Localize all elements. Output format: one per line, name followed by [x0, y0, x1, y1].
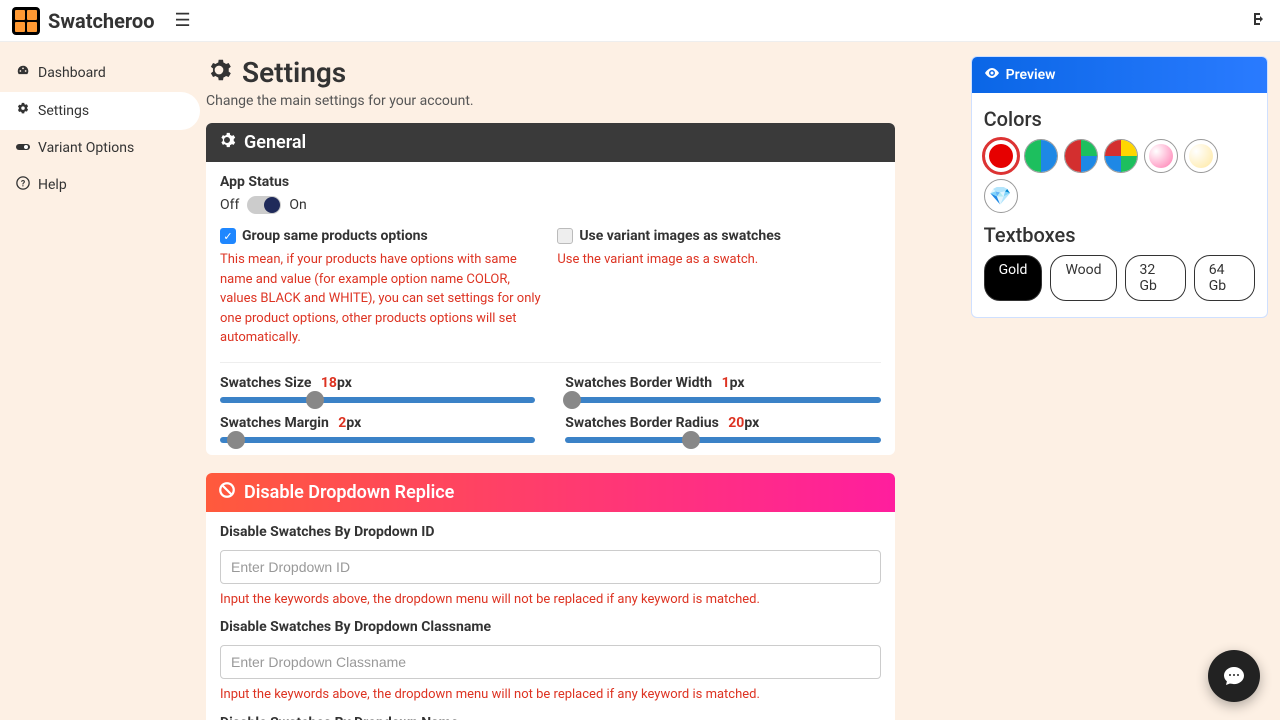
panel-header-disable: Disable Dropdown Replice — [206, 473, 895, 512]
sidebar-item-label: Variant Options — [38, 140, 134, 156]
toggle-off-label: Off — [220, 197, 239, 213]
sidebar-item-label: Dashboard — [38, 65, 106, 81]
panel-title: General — [244, 132, 306, 153]
chat-button[interactable] — [1208, 650, 1260, 702]
group-products-label: Group same products options — [242, 228, 428, 244]
sidebar-item-label: Settings — [38, 103, 89, 119]
group-products-help: This mean, if your products have options… — [220, 250, 543, 348]
dashboard-icon — [16, 64, 30, 82]
page-subtitle: Change the main settings for your accoun… — [206, 93, 895, 109]
sidebar-item-help[interactable]: ? Help — [0, 166, 200, 204]
disable-by-id-label: Disable Swatches By Dropdown ID — [220, 524, 881, 540]
sidebar-item-dashboard[interactable]: Dashboard — [0, 54, 200, 92]
color-swatch-green-blue[interactable] — [1024, 139, 1058, 173]
logo-icon — [12, 7, 40, 35]
variant-images-label: Use variant images as swatches — [579, 228, 781, 244]
color-swatch-pink-gradient[interactable] — [1144, 139, 1178, 173]
swatches-size-value: 18 — [321, 375, 337, 391]
sidebar: Dashboard Settings Variant Options ? Hel… — [0, 42, 200, 720]
swatches-margin-slider[interactable] — [220, 437, 535, 443]
sidebar-item-settings[interactable]: Settings — [0, 92, 200, 130]
border-width-label: Swatches Border Width — [565, 375, 712, 391]
disable-by-class-label: Disable Swatches By Dropdown Classname — [220, 619, 881, 635]
app-name: Swatcheroo — [48, 9, 155, 33]
preview-header: Preview — [972, 57, 1267, 93]
disable-by-class-input[interactable] — [220, 645, 881, 679]
app-status-label: App Status — [220, 174, 881, 190]
border-radius-label: Swatches Border Radius — [565, 415, 718, 431]
preview-title: Preview — [1006, 67, 1056, 83]
gears-icon — [218, 131, 236, 154]
sidebar-item-variant-options[interactable]: Variant Options — [0, 130, 200, 166]
preview-colors-label: Colors — [984, 107, 1255, 131]
disable-by-id-help: Input the keywords above, the dropdown m… — [220, 590, 881, 610]
toggle-on-label: On — [289, 197, 306, 213]
page-title: Settings — [242, 56, 346, 89]
swatches-size-slider[interactable] — [220, 397, 535, 403]
gears-icon — [16, 102, 30, 120]
ban-icon — [218, 481, 236, 504]
gears-icon — [206, 57, 232, 89]
eye-icon — [984, 65, 1000, 85]
svg-text:?: ? — [21, 180, 26, 190]
logout-icon[interactable] — [1252, 11, 1268, 31]
border-radius-value: 20 — [728, 415, 744, 431]
app-status-toggle[interactable] — [247, 196, 281, 214]
variant-images-checkbox[interactable] — [557, 228, 573, 244]
disable-by-id-input[interactable] — [220, 550, 881, 584]
disable-by-name-label: Disable Swatches By Dropdown Name — [220, 715, 881, 720]
toggle-icon — [16, 140, 30, 156]
menu-toggle-icon[interactable]: ☰ — [175, 10, 191, 31]
preview-textboxes-label: Textboxes — [984, 223, 1255, 247]
textbox-pill-gold[interactable]: Gold — [984, 255, 1043, 301]
border-radius-slider[interactable] — [565, 437, 880, 443]
sidebar-item-label: Help — [38, 177, 67, 193]
panel-title: Disable Dropdown Replice — [244, 482, 454, 503]
question-icon: ? — [16, 176, 30, 194]
group-products-checkbox[interactable]: ✓ — [220, 228, 236, 244]
color-swatch-tri[interactable] — [1064, 139, 1098, 173]
disable-by-class-help: Input the keywords above, the dropdown m… — [220, 685, 881, 705]
swatches-size-label: Swatches Size — [220, 375, 311, 391]
color-swatch-cream-gradient[interactable] — [1184, 139, 1218, 173]
color-swatch-quad[interactable] — [1104, 139, 1138, 173]
variant-images-help: Use the variant image as a swatch. — [557, 250, 880, 270]
border-width-value: 1 — [722, 375, 730, 391]
logo: Swatcheroo — [12, 7, 155, 35]
textbox-pill-64gb[interactable]: 64 Gb — [1194, 255, 1255, 301]
swatches-margin-label: Swatches Margin — [220, 415, 329, 431]
textbox-pill-wood[interactable]: Wood — [1050, 255, 1116, 301]
color-swatch-red[interactable] — [984, 139, 1018, 173]
textbox-pill-32gb[interactable]: 32 Gb — [1125, 255, 1186, 301]
border-width-slider[interactable] — [565, 397, 880, 403]
panel-header-general: General — [206, 123, 895, 162]
color-swatch-gem[interactable]: 💎 — [984, 179, 1018, 213]
